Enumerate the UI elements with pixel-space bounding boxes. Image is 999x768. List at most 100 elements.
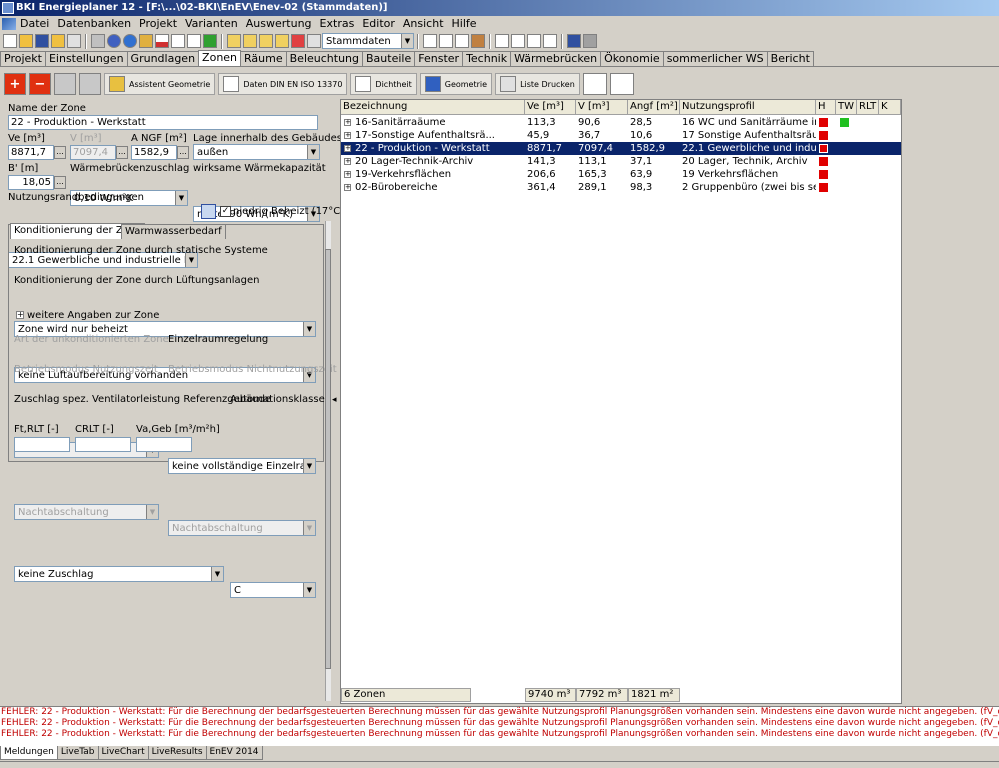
col-header-v[interactable]: V [m³] xyxy=(576,100,628,115)
ve-input[interactable]: 8871,7 xyxy=(8,145,54,160)
col-header-bezeichnung[interactable]: Bezeichnung xyxy=(341,100,525,115)
tab-projekt[interactable]: Projekt xyxy=(0,51,46,66)
expand-icon[interactable]: + xyxy=(16,311,24,319)
menu-hilfe[interactable]: Hilfe xyxy=(448,17,481,30)
b-ellipsis-button[interactable]: ... xyxy=(54,176,66,189)
redo-icon[interactable] xyxy=(583,34,597,48)
b-input[interactable]: 18,05 xyxy=(8,175,54,190)
tab-beleuchtung[interactable]: Beleuchtung xyxy=(285,51,364,66)
table-row[interactable]: +02-Bürobereiche 361,4 289,1 98,3 2 Gruppenb… xyxy=(341,181,901,194)
expand-row-icon[interactable]: + xyxy=(344,184,351,191)
search-icon[interactable] xyxy=(455,34,469,48)
tab-fenster[interactable]: Fenster xyxy=(414,51,464,66)
menu-extras[interactable]: Extras xyxy=(316,17,359,30)
tab-technik[interactable]: Technik xyxy=(462,51,512,66)
expand-row-icon[interactable]: + xyxy=(344,132,351,139)
zuschlag-select[interactable]: keine Zuschlag ▼ xyxy=(14,566,224,582)
chevron-down-icon[interactable]: ▼ xyxy=(303,459,315,473)
auto-select[interactable]: C ▼ xyxy=(230,582,316,598)
zone-name-input[interactable]: 22 - Produktion - Werkstatt xyxy=(8,115,318,130)
profile-select[interactable]: Stammdaten ▼ xyxy=(322,33,414,49)
open-folder-icon[interactable] xyxy=(19,34,33,48)
table-row[interactable]: +17-Sonstige Aufenthaltsrä... 45,9 36,7 10,… xyxy=(341,129,901,142)
list-view-icon[interactable] xyxy=(582,73,607,95)
chevron-down-icon[interactable]: ▼ xyxy=(307,145,319,159)
add-zone-button[interactable]: + xyxy=(4,73,26,95)
variant-delete-icon[interactable] xyxy=(291,34,305,48)
key-icon[interactable] xyxy=(139,34,153,48)
din-data-button[interactable]: Daten DIN EN ISO 13370 xyxy=(218,73,348,95)
table-row[interactable]: +22 - Produktion - Werkstatt 8871,7 7097,4… xyxy=(341,142,901,155)
form-scrollbar-thumb[interactable] xyxy=(325,249,331,669)
ft-input[interactable] xyxy=(14,437,70,452)
tab-sommerlicher-ws[interactable]: sommerlicher WS xyxy=(662,51,768,66)
menu-ansicht[interactable]: Ansicht xyxy=(399,17,448,30)
tab-grundlagen[interactable]: Grundlagen xyxy=(126,51,200,66)
ve-ellipsis-button[interactable]: ... xyxy=(54,146,66,159)
new-file-icon[interactable] xyxy=(3,34,17,48)
crlt-input[interactable] xyxy=(75,437,131,452)
tab-waermebruecken[interactable]: Wärmebrücken xyxy=(510,51,602,66)
layout-4-icon[interactable] xyxy=(543,34,557,48)
tab-enev-2014[interactable]: EnEV 2014 xyxy=(205,746,263,760)
geometry-button[interactable]: Geometrie xyxy=(419,73,493,95)
tab-raeume[interactable]: Räume xyxy=(240,51,287,66)
flag-icon[interactable] xyxy=(203,34,217,48)
tab-bericht[interactable]: Bericht xyxy=(766,51,814,66)
menu-datenbanken[interactable]: Datenbanken xyxy=(53,17,135,30)
expand-row-icon[interactable]: + xyxy=(344,171,351,178)
save-icon[interactable] xyxy=(35,34,49,48)
density-button[interactable]: Dichtheit xyxy=(350,73,417,95)
tree-view-icon[interactable] xyxy=(609,73,634,95)
chevron-down-icon[interactable]: ▼ xyxy=(303,322,315,336)
copy-icon[interactable] xyxy=(423,34,437,48)
page-icon[interactable] xyxy=(439,34,453,48)
tab-zonen[interactable]: Zonen xyxy=(198,50,242,66)
calendar-icon[interactable] xyxy=(187,34,201,48)
menu-auswertung[interactable]: Auswertung xyxy=(242,17,316,30)
document-icon[interactable] xyxy=(227,34,241,48)
vageb-input[interactable] xyxy=(136,437,192,452)
collapse-panel-icon[interactable]: ◂ xyxy=(332,395,337,405)
col-header-tw[interactable]: TW xyxy=(836,100,857,115)
lage-select[interactable]: außen ▼ xyxy=(193,144,320,160)
folder-icon[interactable] xyxy=(51,34,65,48)
tab-liveresults[interactable]: LiveResults xyxy=(147,746,207,760)
tab-bauteile[interactable]: Bauteile xyxy=(362,51,416,66)
info-icon[interactable] xyxy=(123,34,137,48)
help-icon[interactable] xyxy=(107,34,121,48)
expand-row-icon[interactable]: + xyxy=(344,119,351,126)
checklist-icon[interactable] xyxy=(307,34,321,48)
menu-editor[interactable]: Editor xyxy=(358,17,399,30)
chart-icon[interactable] xyxy=(155,34,169,48)
undo-icon[interactable] xyxy=(567,34,581,48)
col-header-k[interactable]: K xyxy=(879,100,901,115)
col-header-angf[interactable]: Angf [m²] xyxy=(628,100,680,115)
tab-meldungen[interactable]: Meldungen xyxy=(0,746,58,760)
variant-copy-icon[interactable] xyxy=(259,34,273,48)
layout-1-icon[interactable] xyxy=(495,34,509,48)
expand-row-icon[interactable]: + xyxy=(344,158,351,165)
col-header-nutzungsprofil[interactable]: Nutzungsprofil xyxy=(680,100,816,115)
remove-zone-button[interactable]: − xyxy=(29,73,51,95)
tab-livechart[interactable]: LiveChart xyxy=(97,746,149,760)
col-header-h[interactable]: H xyxy=(816,100,836,115)
chevron-down-icon[interactable]: ▼ xyxy=(211,567,223,581)
chevron-down-icon[interactable]: ▼ xyxy=(175,191,187,205)
niedrig-checkbox[interactable]: ✓ xyxy=(220,206,231,217)
tab-einstellungen[interactable]: Einstellungen xyxy=(44,51,128,66)
variant-add-icon[interactable] xyxy=(243,34,257,48)
chevron-down-icon[interactable]: ▼ xyxy=(401,34,413,48)
table-row[interactable]: +19-Verkehrsflächen 206,6 165,3 63,9 19 Verk… xyxy=(341,168,901,181)
house-icon[interactable] xyxy=(471,34,485,48)
export-icon[interactable] xyxy=(67,34,81,48)
tab-warmwasserbedarf[interactable]: Warmwasserbedarf xyxy=(121,224,226,239)
menu-datei[interactable]: Datei xyxy=(16,17,53,30)
col-header-rlt[interactable]: RLT xyxy=(857,100,879,115)
weitere-angaben-link[interactable]: weitere Angaben zur Zone xyxy=(27,310,159,321)
tab-livetab[interactable]: LiveTab xyxy=(56,746,99,760)
menu-varianten[interactable]: Varianten xyxy=(181,17,242,30)
tab-oekonomie[interactable]: Ökonomie xyxy=(600,51,664,66)
geometry-assistant-button[interactable]: Assistent Geometrie xyxy=(104,73,216,95)
cancel-button[interactable] xyxy=(79,73,101,95)
